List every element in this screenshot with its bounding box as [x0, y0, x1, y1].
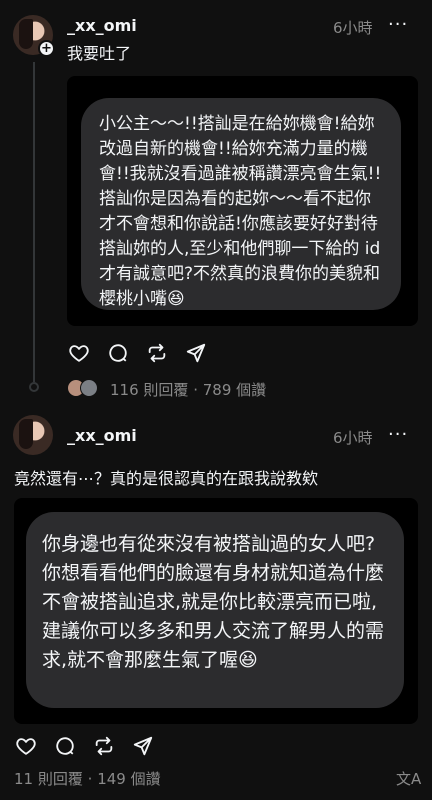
repost-icon[interactable]	[145, 341, 169, 365]
post-stats: 11 則回覆 · 149 個讚	[14, 768, 161, 789]
username[interactable]: _xx_omi	[67, 426, 137, 445]
reply-count[interactable]: 116 則回覆	[110, 381, 188, 399]
username[interactable]: _xx_omi	[67, 16, 137, 35]
media-image[interactable]: 小公主～～!!搭訕是在給妳機會!給妳改過自新的機會!!給妳充滿力量的機會!!我就…	[67, 76, 418, 326]
more-horizontal-icon[interactable]: ···	[388, 14, 408, 35]
share-icon[interactable]	[184, 341, 208, 365]
more-horizontal-icon[interactable]: ···	[388, 424, 408, 445]
comment-icon[interactable]	[53, 734, 77, 758]
follow-plus-icon[interactable]: +	[38, 40, 55, 57]
reply-count[interactable]: 11 則回覆	[14, 770, 83, 788]
action-bar	[14, 734, 155, 758]
post-time: 6小時	[333, 19, 373, 37]
stats-separator: ·	[193, 381, 198, 399]
action-bar	[67, 341, 208, 365]
message-bubble: 你身邊也有從來沒有被搭訕過的女人吧?你想看看他們的臉還有身材就知道為什麼不會被搭…	[26, 512, 404, 708]
thread-line	[33, 62, 35, 382]
post-stats: 116 則回覆 · 789 個讚	[110, 379, 266, 400]
stats-separator: ·	[87, 770, 93, 788]
share-icon[interactable]	[131, 734, 155, 758]
post-text: 我要吐了	[67, 44, 132, 63]
translate-icon[interactable]: 文A	[396, 768, 421, 789]
like-count[interactable]: 149 個讚	[97, 770, 160, 788]
comment-icon[interactable]	[106, 341, 130, 365]
thread-dot	[29, 382, 39, 392]
thread-post-1: + _xx_omi 6小時 ··· 我要吐了 小公主～～!!搭訕是在給妳機會!給…	[0, 0, 432, 402]
like-count[interactable]: 789 個讚	[203, 381, 266, 399]
repost-icon[interactable]	[92, 734, 116, 758]
like-icon[interactable]	[67, 341, 91, 365]
post-text: 竟然還有⋯？真的是很認真的在跟我說教欸	[14, 469, 319, 488]
thread-post-2: _xx_omi 6小時 ··· 竟然還有⋯？真的是很認真的在跟我說教欸 你身邊也…	[0, 402, 432, 800]
avatar[interactable]	[13, 415, 53, 455]
media-image[interactable]: 你身邊也有從來沒有被搭訕過的女人吧?你想看看他們的臉還有身材就知道為什麼不會被搭…	[14, 498, 418, 724]
like-icon[interactable]	[14, 734, 38, 758]
replier-avatar	[80, 379, 98, 397]
message-bubble: 小公主～～!!搭訕是在給妳機會!給妳改過自新的機會!!給妳充滿力量的機會!!我就…	[81, 98, 401, 310]
replier-avatars[interactable]	[67, 378, 101, 400]
post-time: 6小時	[333, 429, 373, 447]
